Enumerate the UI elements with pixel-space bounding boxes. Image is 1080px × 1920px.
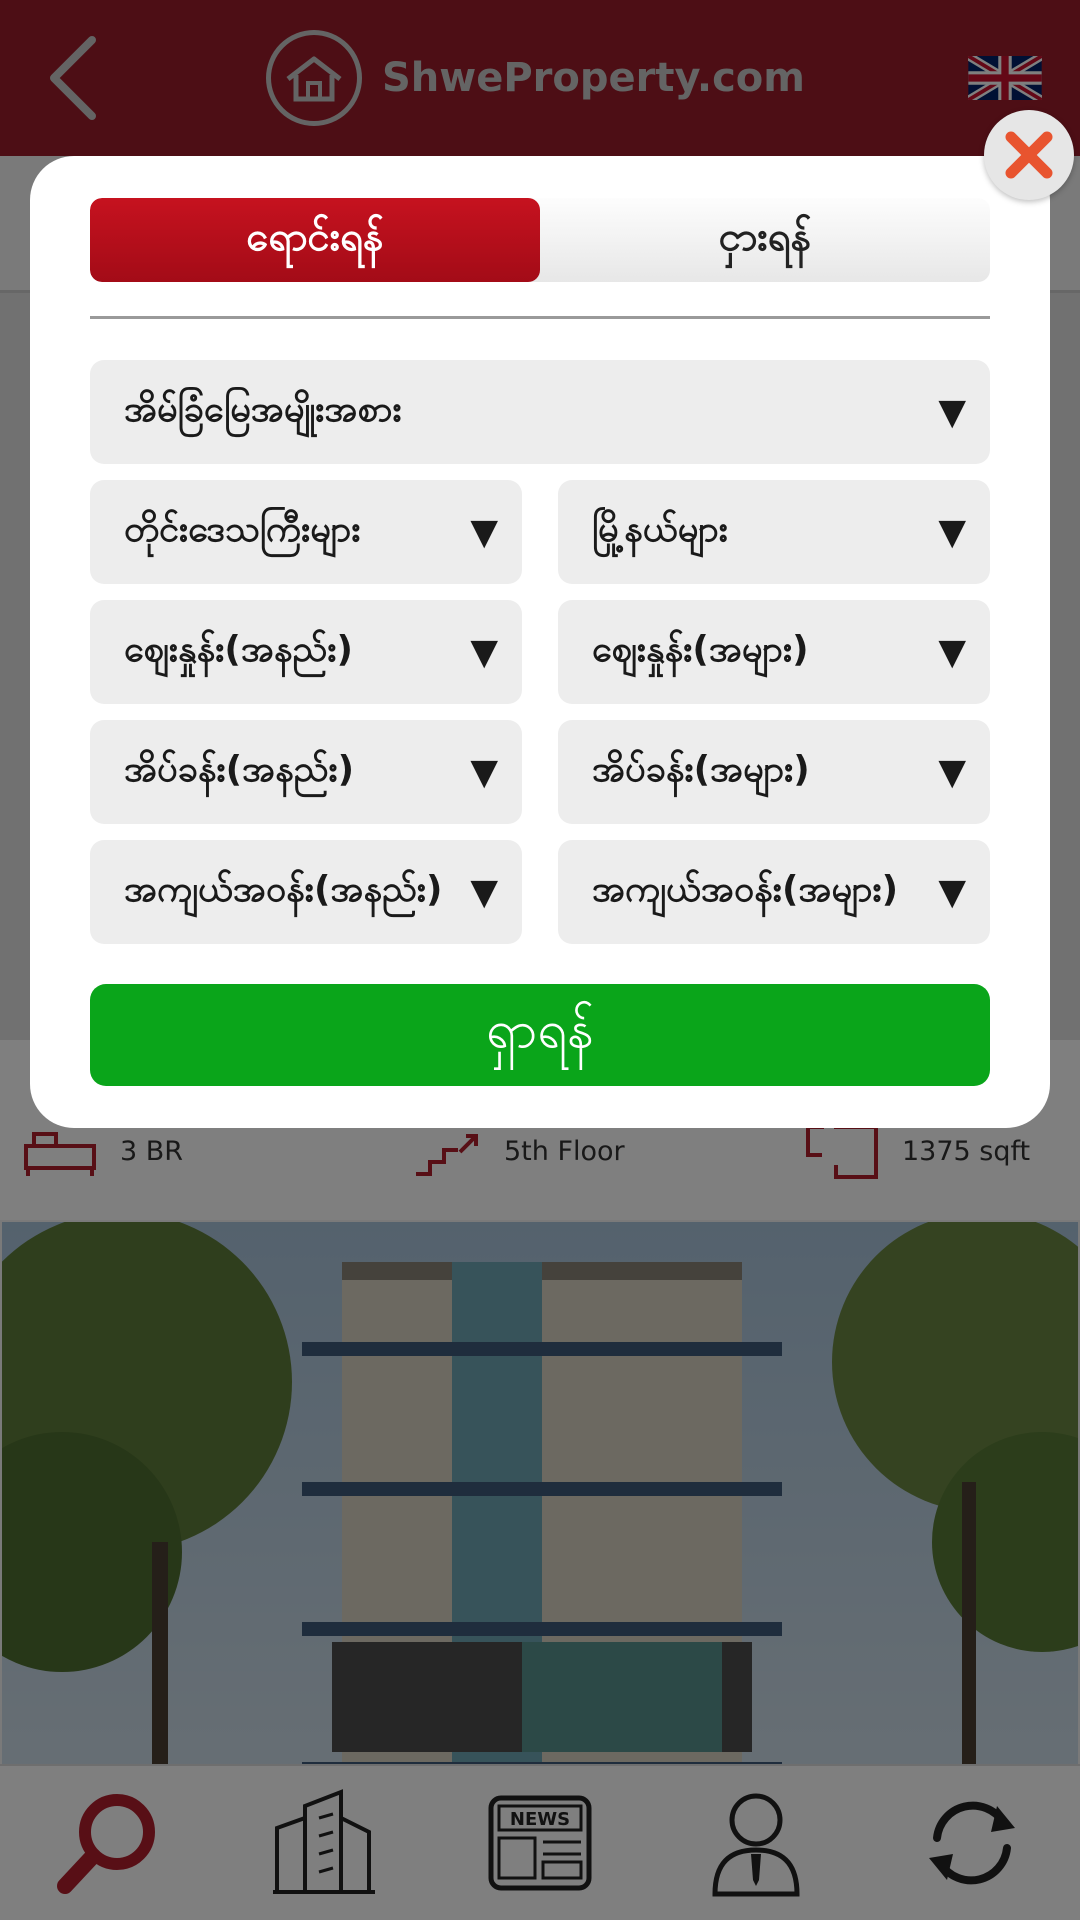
bedroom-min-label: အိပ်ခန်း(အနည်း) [124,749,355,790]
price-max-label: ဈေးနှုန်း(အများ) [592,629,809,670]
property-type-label: အိမ်ခြံမြေအမျိုးအစား [124,389,402,430]
search-filter-modal: ရောင်းရန် ငှားရန် အိမ်ခြံမြေအမျိုးအစား ▼… [30,156,1050,1128]
dropdown-arrow-icon: ▼ [470,871,498,913]
bedroom-max-select[interactable]: အိပ်ခန်း(အများ) ▼ [558,720,990,824]
township-select[interactable]: မြို့နယ်များ ▼ [558,480,990,584]
property-type-select[interactable]: အိမ်ခြံမြေအမျိုးအစား ▼ [90,360,990,464]
dropdown-arrow-icon: ▼ [470,751,498,793]
price-min-select[interactable]: ဈေးနှုန်း(အနည်း) ▼ [90,600,522,704]
township-label: မြို့နယ်များ [592,509,728,550]
dropdown-arrow-icon: ▼ [938,631,966,673]
region-select[interactable]: တိုင်းဒေသကြီးများ ▼ [90,480,522,584]
dropdown-arrow-icon: ▼ [938,511,966,553]
price-min-label: ဈေးနှုန်း(အနည်း) [124,629,353,670]
area-min-select[interactable]: အကျယ်အဝန်း(အနည်း) ▼ [90,840,522,944]
close-modal-button[interactable] [984,110,1074,200]
dropdown-arrow-icon: ▼ [938,751,966,793]
bedroom-max-label: အိပ်ခန်း(အများ) [592,749,810,790]
dropdown-arrow-icon: ▼ [938,871,966,913]
region-label: တိုင်းဒေသကြီးများ [124,509,361,550]
price-max-select[interactable]: ဈေးနှုန်း(အများ) ▼ [558,600,990,704]
area-max-select[interactable]: အကျယ်အဝန်း(အများ) ▼ [558,840,990,944]
dropdown-arrow-icon: ▼ [470,631,498,673]
tab-rent[interactable]: ငှားရန် [540,198,990,282]
tab-sale[interactable]: ရောင်းရန် [90,198,540,282]
bedroom-min-select[interactable]: အိပ်ခန်း(အနည်း) ▼ [90,720,522,824]
area-max-label: အကျယ်အဝန်း(အများ) [592,869,899,910]
close-icon [1005,131,1053,179]
search-button[interactable]: ရှာရန် [90,984,990,1086]
tab-divider [90,316,990,319]
listing-type-tabs: ရောင်းရန် ငှားရန် [90,198,990,282]
dropdown-arrow-icon: ▼ [938,391,966,433]
dropdown-arrow-icon: ▼ [470,511,498,553]
area-min-label: အကျယ်အဝန်း(အနည်း) [124,869,443,910]
